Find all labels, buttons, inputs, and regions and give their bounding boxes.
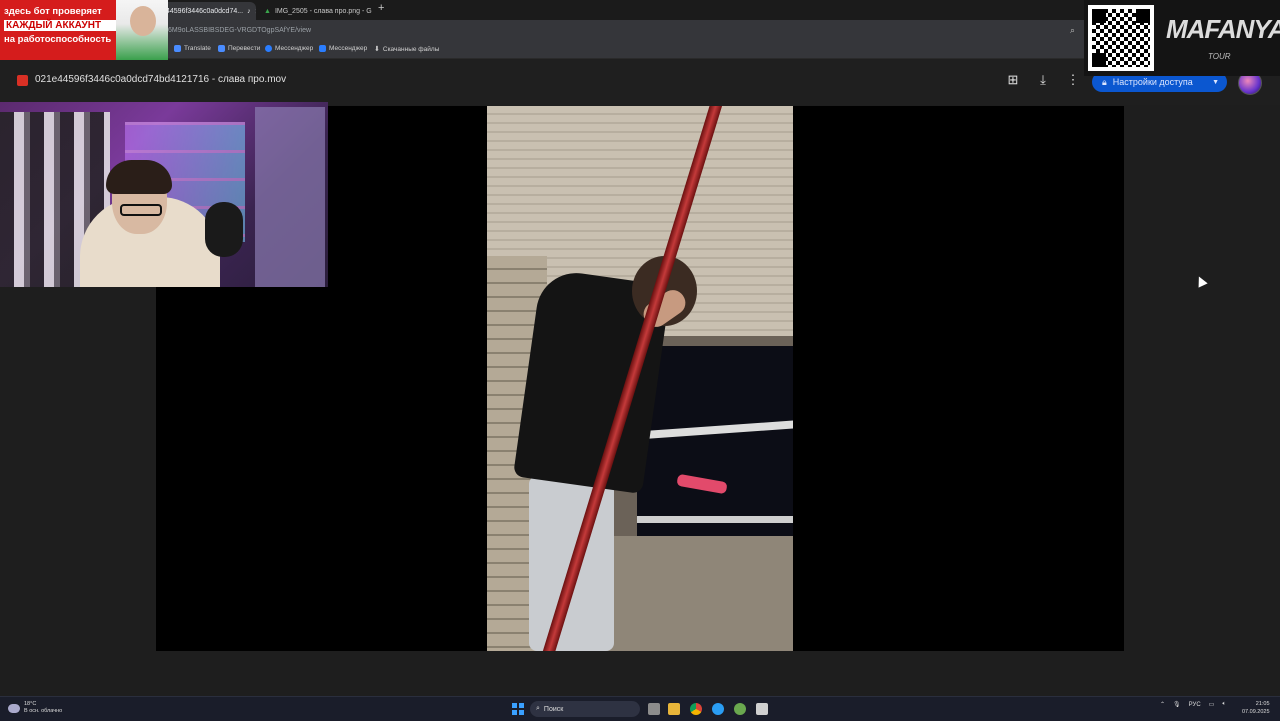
bookmark-label: Translate — [184, 45, 211, 52]
lock-icon: 🔒︎ — [1102, 76, 1107, 87]
bookmark-label: Мессенджер — [329, 45, 368, 52]
app-window-icon[interactable] — [756, 703, 768, 715]
file-explorer-icon[interactable] — [668, 703, 680, 715]
more-vert-icon[interactable]: ⋮ — [1064, 71, 1082, 89]
messenger-icon — [265, 45, 272, 52]
tab-label: IMG_2505 - слава про.png - G — [274, 7, 372, 15]
tab-label: 44596f3446c0a0dcd74... — [166, 7, 244, 15]
taskbar: 18°C В осн. облачно ⌕ Поиск ⌃ 🎙︎ РУС ▭ 🔈… — [0, 696, 1280, 721]
network-icon[interactable]: ▭ — [1209, 701, 1215, 708]
promo-line-3: на работоспособность — [4, 34, 112, 45]
webcam-overlay — [0, 102, 328, 287]
url-text[interactable]: 6M9oLASSBIBSDEG-VRGDTOgpSAfYE/view — [168, 27, 311, 34]
telegram-icon[interactable] — [712, 703, 724, 715]
bookmark-translate[interactable]: Translate — [174, 45, 211, 52]
new-tab-button[interactable]: + — [378, 2, 384, 14]
bookmark-messenger-2[interactable]: Мессенджер — [319, 45, 367, 52]
video-content[interactable] — [487, 106, 793, 651]
weather-desc: В осн. облачно — [24, 708, 63, 714]
drive-icon: ▲ — [264, 7, 271, 15]
promo-banner: здесь бот проверяет КАЖДЫЙ АККАУНТ на ра… — [0, 0, 168, 60]
brand-logo: MAFANYA — [1166, 14, 1280, 44]
cloud-icon — [8, 703, 20, 713]
search-icon[interactable]: ⌕ — [1070, 25, 1075, 36]
tab-video[interactable]: 44596f3446c0a0dcd74... ♪ ✕ — [160, 2, 256, 20]
chrome-icon[interactable] — [690, 703, 702, 715]
microphone-icon[interactable]: 🎙︎ — [1173, 701, 1181, 708]
file-title: 021e44596f3446c0a0dcd74bd4121716 - слава… — [35, 74, 287, 85]
search-icon: ⌕ — [536, 705, 540, 712]
bookmark-perevesti[interactable]: Перевести — [218, 45, 260, 52]
clock-date: 07.09.2025 — [1242, 709, 1270, 715]
volume-icon[interactable]: 🔈︎ — [1222, 701, 1226, 708]
settings-icon[interactable] — [734, 703, 746, 715]
system-tray: ⌃ 🎙︎ РУС ▭ 🔈︎ — [1160, 701, 1226, 708]
video-background — [637, 346, 793, 536]
bookmark-label: Скачанные файлы — [382, 45, 440, 53]
video-railing — [637, 516, 793, 523]
promo-text: здесь бот проверяет КАЖДЫЙ АККАУНТ на ра… — [4, 6, 116, 45]
webcam-glasses — [120, 204, 162, 216]
messenger-icon — [319, 45, 326, 52]
bookmark-label: Перевести — [228, 45, 261, 52]
video-file-icon — [17, 75, 28, 86]
bookmark-label: Мессенджер — [275, 45, 314, 52]
clock[interactable]: 21:05 07.09.2025 — [1242, 700, 1270, 716]
download-icon: ⬇ — [374, 46, 380, 53]
task-view-icon[interactable] — [648, 703, 660, 715]
tab-audio-icon: ♪ — [247, 7, 251, 15]
add-shortcut-icon[interactable]: ⊞ — [1004, 71, 1022, 89]
bookmark-messenger-1[interactable]: Мессенджер — [265, 45, 313, 52]
chevron-down-icon[interactable]: ▼ — [1212, 79, 1219, 86]
weather-widget[interactable]: 18°C В осн. облачно — [8, 701, 62, 715]
weather-temp: 18°C — [24, 701, 37, 707]
windows-start-icon[interactable] — [512, 703, 524, 715]
promo-line-2: КАЖДЫЙ АККАУНТ — [4, 20, 116, 31]
brand-subtitle: TOUR — [1208, 52, 1231, 61]
taskbar-search[interactable]: ⌕ Поиск — [530, 701, 640, 717]
translate-icon — [218, 45, 225, 52]
webcam-hair — [106, 160, 172, 194]
webcam-door — [255, 107, 325, 287]
clock-time: 21:05 — [1255, 701, 1270, 707]
translate-icon — [174, 45, 181, 52]
bookmark-downloads[interactable]: ⬇ Скачанные файлы — [374, 45, 440, 54]
search-label: Поиск — [543, 705, 564, 713]
promo-face — [130, 6, 156, 36]
tab-image[interactable]: ▲ IMG_2505 - слава про.png - G ✕ — [258, 2, 374, 20]
share-label: Настройки доступа — [1112, 77, 1193, 87]
microphone-icon — [205, 202, 243, 257]
cursor-icon — [1194, 274, 1208, 288]
promo-line-1: здесь бот проверяет — [4, 6, 102, 17]
tab-close-icon[interactable]: ✕ — [255, 7, 256, 16]
qr-code — [1088, 5, 1154, 71]
language-indicator[interactable]: РУС — [1189, 702, 1201, 708]
download-icon[interactable]: ⤓ — [1034, 71, 1052, 89]
chevron-up-icon[interactable]: ⌃ — [1160, 701, 1165, 708]
